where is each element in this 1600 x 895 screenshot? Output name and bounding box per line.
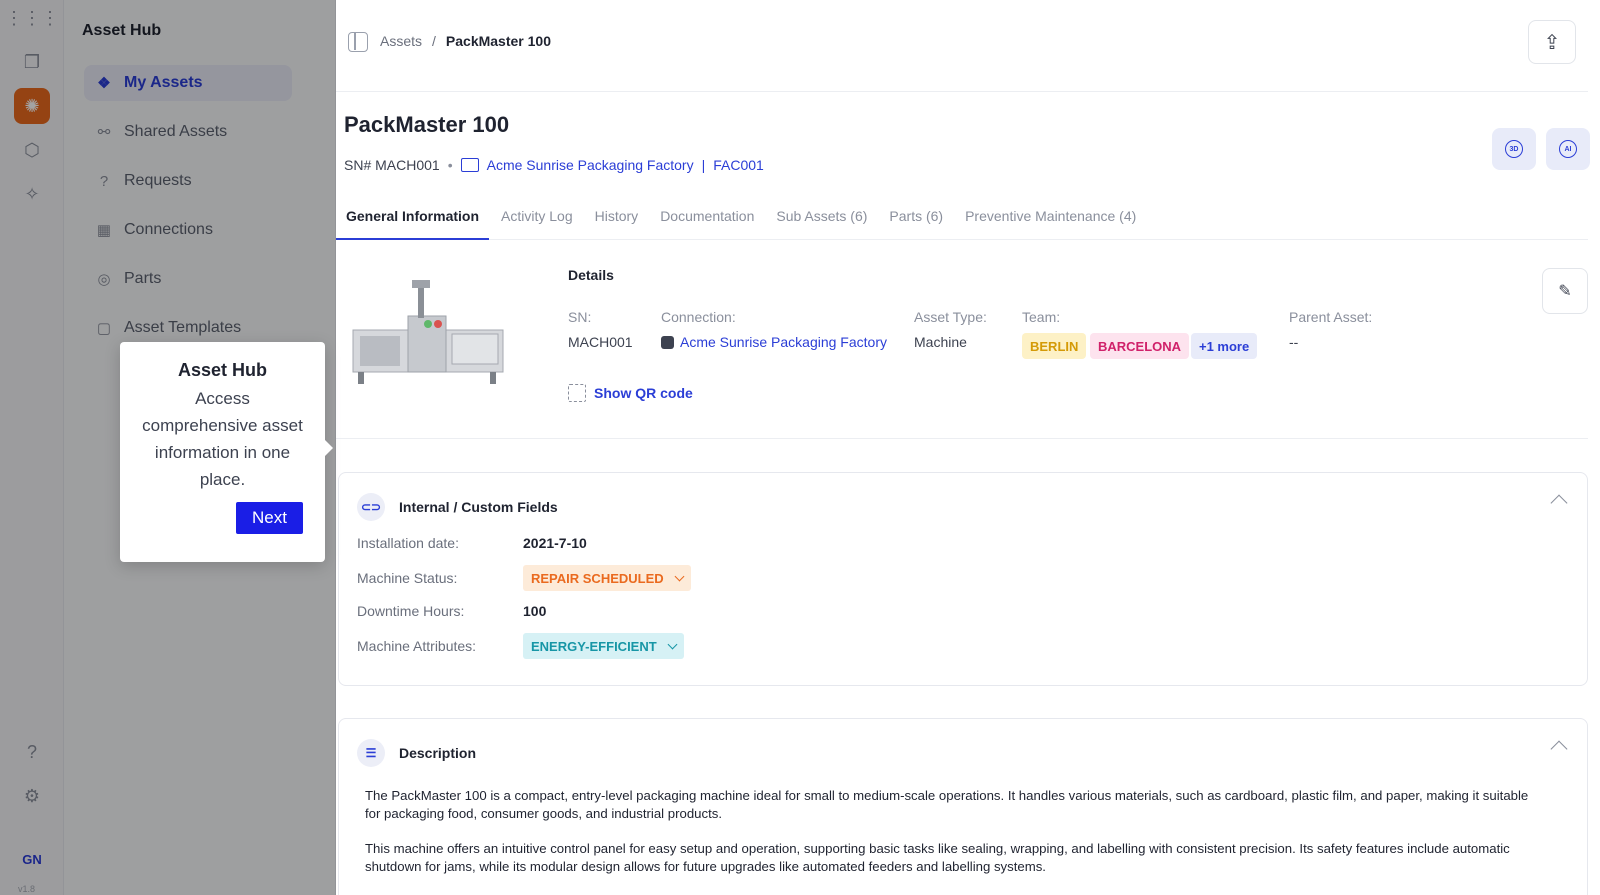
custom-fields-header[interactable]: ⊂⊃ Internal / Custom Fields (357, 493, 558, 521)
pipe-separator: | (701, 157, 706, 173)
ai-assistant-button[interactable]: AI (1546, 128, 1590, 170)
asset-image (352, 280, 504, 384)
asset-tabs: General Information Activity Log History… (336, 196, 1588, 240)
chevron-down-icon (674, 571, 685, 581)
sn-label: SN: (568, 309, 592, 325)
custom-fields-card: ⊂⊃ Internal / Custom Fields Installation… (338, 472, 1588, 686)
chevron-up-icon[interactable] (1550, 494, 1568, 512)
factory-link[interactable]: Acme Sunrise Packaging Factory (487, 157, 694, 173)
team-more-button[interactable]: +1 more (1191, 333, 1258, 359)
breadcrumb: Assets / PackMaster 100 (380, 33, 551, 49)
status-label: Machine Status: (357, 570, 458, 586)
asset-actions: 3D AI (1492, 128, 1590, 170)
description-title: Description (399, 745, 477, 761)
description-card: ☰ Description The PackMaster 100 is a co… (338, 718, 1588, 895)
downtime-value: 100 (523, 603, 547, 619)
connection-link[interactable]: Acme Sunrise Packaging Factory (661, 334, 887, 350)
description-paragraph-2: This machine offers an intuitive control… (365, 841, 1510, 874)
connection-value: Acme Sunrise Packaging Factory (680, 334, 887, 350)
show-qr-button[interactable]: Show QR code (568, 384, 693, 402)
onboarding-tooltip: Asset Hub Access comprehensive asset inf… (120, 342, 333, 562)
installation-row: Installation date: 2021-7-10 (357, 535, 587, 551)
tooltip-title: Asset Hub (177, 360, 267, 380)
attributes-label: Machine Attributes: (357, 638, 477, 654)
tab-activity-log[interactable]: Activity Log (491, 196, 583, 240)
next-button[interactable]: Next (236, 502, 303, 534)
downtime-label: Downtime Hours: (357, 603, 465, 619)
chevron-up-icon[interactable] (1550, 740, 1568, 758)
building-icon (460, 158, 479, 172)
downtime-row: Downtime Hours: 100 (357, 603, 546, 619)
connection-icon (661, 335, 674, 349)
attributes-row: Machine Attributes: ENERGY-EFFICIENT (357, 633, 684, 659)
status-dropdown[interactable]: REPAIR SCHEDULED (523, 565, 691, 591)
description-header[interactable]: ☰ Description (357, 739, 476, 767)
factory-code-link[interactable]: FAC001 (713, 157, 764, 173)
asset-subline: SN# MACH001 • Acme Sunrise Packaging Fac… (344, 157, 764, 173)
text-lines-icon: ☰ (357, 739, 385, 767)
divider (336, 438, 1588, 439)
breadcrumb-separator: / (432, 33, 436, 49)
export-button[interactable]: ⇪ (1528, 20, 1576, 64)
tab-sub-assets[interactable]: Sub Assets (6) (766, 196, 877, 240)
3d-icon: 3D (1505, 140, 1523, 158)
team-label: Team: (1022, 309, 1061, 325)
tooltip-body: Access comprehensive asset information i… (142, 389, 303, 489)
team-tag-berlin: BERLIN (1022, 333, 1087, 359)
connection-label: Connection: (661, 309, 736, 325)
tab-parts[interactable]: Parts (6) (879, 196, 953, 240)
breadcrumb-assets[interactable]: Assets (380, 33, 422, 49)
dot-separator: • (447, 157, 453, 173)
chevron-down-icon (667, 639, 678, 649)
tab-preventive-maintenance[interactable]: Preventive Maintenance (4) (955, 196, 1146, 240)
view-3d-button[interactable]: 3D (1492, 128, 1536, 170)
pencil-icon: ✎ (1558, 283, 1572, 300)
attributes-dropdown[interactable]: ENERGY-EFFICIENT (523, 633, 684, 659)
details-heading: Details (568, 267, 614, 283)
qr-label: Show QR code (594, 385, 693, 401)
installation-value: 2021-7-10 (523, 535, 587, 551)
attributes-value: ENERGY-EFFICIENT (531, 638, 657, 654)
status-row: Machine Status: REPAIR SCHEDULED (357, 565, 691, 591)
breadcrumb-current: PackMaster 100 (445, 33, 551, 49)
toggle-panel-icon[interactable] (348, 32, 368, 52)
description-paragraph-1: The PackMaster 100 is a compact, entry-l… (365, 788, 1529, 821)
upload-icon: ⇪ (1543, 31, 1561, 54)
parent-asset-label: Parent Asset: (1289, 309, 1373, 325)
sn-value: MACH001 (568, 334, 633, 350)
tab-documentation[interactable]: Documentation (650, 196, 764, 240)
asset-type-label: Asset Type: (914, 309, 987, 325)
serial-number: SN# MACH001 (344, 157, 440, 173)
tab-history[interactable]: History (585, 196, 649, 240)
tab-general-information[interactable]: General Information (336, 196, 490, 240)
status-value: REPAIR SCHEDULED (531, 570, 664, 586)
installation-label: Installation date: (357, 535, 459, 551)
team-tag-barcelona: BARCELONA (1090, 333, 1190, 359)
edit-button[interactable]: ✎ (1542, 268, 1588, 314)
custom-fields-title: Internal / Custom Fields (399, 499, 558, 515)
description-body: The PackMaster 100 is a compact, entry-l… (365, 787, 1535, 893)
tag-icon: ⊂⊃ (357, 493, 385, 521)
qr-code-icon (568, 384, 586, 402)
parent-asset-value: -- (1289, 334, 1299, 350)
asset-type-value: Machine (914, 334, 967, 350)
ai-icon: AI (1559, 140, 1577, 158)
top-bar: Assets / PackMaster 100 ⇪ (336, 0, 1588, 92)
main-content: Assets / PackMaster 100 ⇪ PackMaster 100… (336, 0, 1600, 895)
page-title: PackMaster 100 (344, 112, 510, 137)
